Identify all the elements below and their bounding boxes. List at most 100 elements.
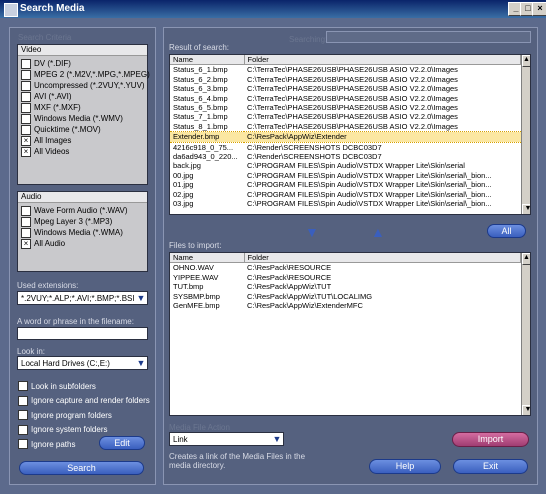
search-option-checkbox[interactable]: × Ignore program folders [15, 408, 150, 423]
result-row[interactable]: Status_6_3.bmp C:\TerraTec\PHASE26USB\PHA… [170, 84, 521, 93]
checkbox-box[interactable]: × [18, 410, 28, 421]
results-list[interactable]: Name Folder Status_6_1.bmp C:\TerraTec\PH… [169, 54, 531, 215]
audio-type-label: Windows Media (*.WMA) [34, 228, 123, 237]
result-row-name: Status_6_5.bmp [173, 103, 228, 113]
help-button[interactable]: Help [369, 459, 441, 474]
import-row[interactable]: SYSBMP.bmp C:\ResPack\AppWiz\TUT\LOCALIMG [170, 292, 521, 301]
video-type-checkbox[interactable]: × All Images [18, 135, 147, 146]
audio-type-checkbox[interactable]: Mpeg Layer 3 (*.MP3) [18, 216, 147, 227]
import-scrollbar[interactable]: ▲ ▼ [521, 253, 530, 415]
checkbox-box[interactable] [21, 80, 31, 91]
checkbox-box[interactable] [21, 102, 31, 113]
checkbox-box[interactable]: × [18, 424, 28, 435]
search-button[interactable]: Search [19, 461, 144, 475]
look-in-dropdown[interactable]: Local Hard Drives (C:,E:) ▼ [17, 356, 148, 370]
checkbox-box[interactable] [21, 58, 31, 69]
audio-type-checkbox[interactable]: × All Audio [18, 238, 147, 249]
result-row-name: Status_6_3.bmp [173, 84, 228, 94]
checkbox-box[interactable]: × [21, 146, 31, 157]
checkbox-box[interactable] [18, 395, 28, 406]
result-row[interactable]: 4216c918_0_75... C:\Render\SCREENSHOTS DC… [170, 142, 521, 152]
import-list[interactable]: Name Folder OHNO.WAV C:\ResPack\RESOURCE Y… [169, 252, 531, 416]
result-row[interactable]: 02.jpg C:\PROGRAM FILES\Spin Audio\VSTDX … [170, 190, 521, 199]
result-row[interactable]: da6ad943_0_220... C:\Render\SCREENSHOTS D… [170, 152, 521, 161]
scroll-up-icon[interactable]: ▲ [522, 253, 530, 265]
search-option-checkbox[interactable]: × Look in subfolders [15, 379, 150, 394]
look-in-value: Local Hard Drives (C:,E:) [21, 358, 110, 368]
close-button[interactable]: × [532, 2, 546, 16]
scroll-down-icon[interactable]: ▼ [522, 405, 530, 415]
remove-from-import-arrow[interactable]: ▲ [371, 224, 385, 240]
import-row-name: TUT.bmp [173, 282, 204, 292]
result-row-folder: C:\PROGRAM FILES\Spin Audio\VSTDX Wrappe… [247, 161, 465, 171]
import-folder-header[interactable]: Folder [244, 253, 521, 264]
checkbox-box[interactable] [21, 205, 31, 216]
import-row[interactable]: YIPPEE.WAV C:\ResPack\RESOURCE [170, 273, 521, 282]
result-row[interactable]: Extender.bmp C:\ResPack\AppWiz\Extender [170, 131, 521, 143]
result-row[interactable]: Status_6_5.bmp C:\TerraTec\PHASE26USB\PHA… [170, 103, 521, 112]
checkbox-box[interactable] [21, 91, 31, 102]
checkbox-box[interactable]: × [18, 381, 28, 392]
edit-button[interactable]: Edit [99, 436, 145, 450]
checkbox-box[interactable] [21, 113, 31, 124]
import-row-folder: C:\ResPack\AppWiz\TUT\LOCALIMG [247, 291, 373, 301]
media-file-action-dropdown[interactable]: Link ▼ [169, 432, 284, 446]
filename-input[interactable] [17, 327, 148, 340]
result-row[interactable]: 00.jpg C:\PROGRAM FILES\Spin Audio\VSTDX … [170, 171, 521, 180]
import-row-folder: C:\ResPack\AppWiz\TUT [247, 282, 332, 292]
audio-type-label: Wave Form Audio (*.WAV) [34, 206, 128, 215]
result-row[interactable]: back.jpg C:\PROGRAM FILES\Spin Audio\VSTD… [170, 161, 521, 170]
result-row[interactable]: Status_8_1.bmp C:\TerraTec\PHASE26USB\PHA… [170, 122, 521, 132]
result-row[interactable]: 03.jpg C:\PROGRAM FILES\Spin Audio\VSTDX … [170, 199, 521, 208]
result-row-folder: C:\PROGRAM FILES\Spin Audio\VSTDX Wrappe… [247, 170, 492, 180]
import-row-folder: C:\ResPack\RESOURCE [247, 272, 332, 282]
import-button[interactable]: Import [452, 432, 529, 447]
video-type-checkbox[interactable]: Uncompressed (*.2VUY,*.YUV) [18, 80, 147, 91]
checkbox-box[interactable] [21, 216, 31, 227]
video-type-checkbox[interactable]: Quicktime (*.MOV) [18, 124, 147, 135]
checkbox-box[interactable] [21, 124, 31, 135]
all-button[interactable]: All [487, 224, 526, 238]
used-extensions-dropdown[interactable]: *.2VUY;*.ALP;*.AVI;*.BMP;*.BSI; ▼ [17, 291, 148, 305]
video-type-label: All Images [34, 136, 72, 145]
audio-type-checkbox[interactable]: Wave Form Audio (*.WAV) [18, 205, 147, 216]
video-type-checkbox[interactable]: × All Videos [18, 146, 147, 157]
audio-type-label: All Audio [34, 239, 66, 248]
exit-button[interactable]: Exit [453, 459, 528, 474]
import-row[interactable]: OHNO.WAV C:\ResPack\RESOURCE [170, 263, 521, 273]
result-row[interactable]: Status_6_2.bmp C:\TerraTec\PHASE26USB\PHA… [170, 75, 521, 84]
audio-type-checkbox[interactable]: Windows Media (*.WMA) [18, 227, 147, 238]
video-type-checkbox[interactable]: MXF (*.MXF) [18, 102, 147, 113]
video-list: Video DV (*.DIF) MPEG 2 (*.M2V,*.MPG,*.MP… [17, 44, 150, 185]
checkbox-box[interactable] [21, 227, 31, 238]
results-scrollbar[interactable]: ▲ ▼ [521, 55, 530, 214]
video-type-checkbox[interactable]: MPEG 2 (*.M2V,*.MPG,*.MPEG) [18, 69, 150, 80]
video-type-checkbox[interactable]: DV (*.DIF) [18, 58, 147, 69]
result-row-name: 00.jpg [173, 170, 194, 180]
result-row[interactable]: 01.jpg C:\PROGRAM FILES\Spin Audio\VSTDX … [170, 180, 521, 189]
app-icon [4, 3, 18, 17]
checkbox-box[interactable]: × [18, 439, 28, 450]
checkbox-box[interactable] [21, 69, 31, 80]
result-row[interactable]: Status_6_1.bmp C:\TerraTec\PHASE26USB\PHA… [170, 65, 521, 75]
search-option-checkbox[interactable]: Ignore capture and render folders [15, 394, 150, 409]
checkbox-box[interactable]: × [21, 238, 31, 249]
scroll-down-icon[interactable]: ▼ [522, 204, 530, 214]
result-row[interactable]: Status_6_4.bmp C:\TerraTec\PHASE26USB\PHA… [170, 94, 521, 103]
import-row[interactable]: GenMFE.bmp C:\ResPack\AppWiz\ExtenderMFC [170, 301, 521, 310]
result-row[interactable]: Status_7_1.bmp C:\TerraTec\PHASE26USB\PHA… [170, 112, 521, 121]
search-option-label: Look in subfolders [31, 381, 96, 391]
import-name-header[interactable]: Name [170, 253, 245, 264]
scroll-up-icon[interactable]: ▲ [522, 55, 530, 67]
result-row-name: Status_6_4.bmp [173, 93, 228, 103]
results-name-header[interactable]: Name [170, 55, 245, 66]
search-option-checkbox[interactable]: × Ignore system folders [15, 423, 150, 438]
video-type-checkbox[interactable]: AVI (*.AVI) [18, 91, 147, 102]
add-to-import-arrow[interactable]: ▼ [305, 224, 319, 240]
video-type-checkbox[interactable]: Windows Media (*.WMV) [18, 113, 147, 124]
import-row[interactable]: TUT.bmp C:\ResPack\AppWiz\TUT [170, 282, 521, 291]
results-folder-header[interactable]: Folder [244, 55, 521, 66]
checkbox-box[interactable]: × [21, 135, 31, 146]
audio-list: Audio Wave Form Audio (*.WAV) Mpeg Layer … [17, 191, 148, 272]
result-row-name: Status_6_2.bmp [173, 74, 228, 84]
